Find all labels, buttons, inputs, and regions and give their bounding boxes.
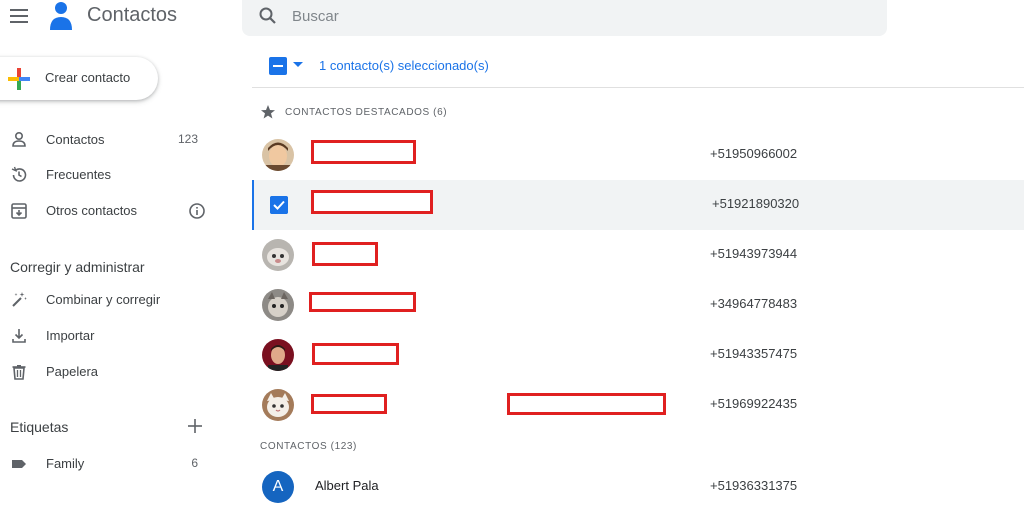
contact-name: Albert Pala xyxy=(315,478,379,493)
sidebar-label-family[interactable]: Family 6 xyxy=(0,447,220,481)
create-contact-label: Crear contacto xyxy=(45,70,131,85)
history-icon xyxy=(11,166,27,182)
person-icon xyxy=(12,131,26,147)
app-title: Contactos xyxy=(87,4,178,26)
contact-photo-avatar xyxy=(262,139,294,171)
redacted-name xyxy=(309,292,416,312)
sidebar-item-combinar[interactable]: Combinar y corregir xyxy=(0,283,220,317)
contact-row[interactable]: +51969922435 xyxy=(252,380,1024,430)
info-icon[interactable] xyxy=(188,202,206,220)
contact-row[interactable]: A Albert Pala +51936331375 xyxy=(252,462,1024,512)
sidebar-item-importar[interactable]: Importar xyxy=(0,319,220,353)
redacted-name xyxy=(312,242,378,266)
contact-row[interactable]: +51943973944 xyxy=(252,230,1024,280)
star-icon xyxy=(261,105,275,119)
sidebar-item-frecuentes[interactable]: Frecuentes xyxy=(0,158,220,192)
contact-row[interactable]: +51950966002 xyxy=(252,130,1024,180)
contact-initial-avatar: A xyxy=(262,471,294,503)
magic-wand-icon xyxy=(12,292,27,307)
contact-row-selected[interactable]: +51921890320 xyxy=(252,180,1024,230)
contact-phone: +51950966002 xyxy=(710,146,798,161)
search-icon[interactable] xyxy=(258,6,278,26)
contact-photo-avatar xyxy=(262,389,294,421)
sidebar-item-otros-contactos[interactable]: Otros contactos xyxy=(0,194,220,228)
sidebar-item-label: Otros contactos xyxy=(46,203,138,218)
label-count: 6 xyxy=(191,456,198,470)
sidebar-item-label: Family xyxy=(46,456,85,471)
redacted-name xyxy=(311,394,387,414)
contact-row[interactable]: +34964778483 xyxy=(252,280,1024,330)
contact-phone: +51936331375 xyxy=(710,478,798,493)
contact-row[interactable]: +51943357475 xyxy=(252,330,1024,380)
sidebar-item-label: Frecuentes xyxy=(46,167,112,182)
colorful-plus-icon xyxy=(8,68,30,90)
contacts-logo-icon xyxy=(50,2,72,30)
contact-photo-avatar xyxy=(262,239,294,271)
sidebar-item-label: Combinar y corregir xyxy=(46,292,161,307)
hamburger-menu-icon xyxy=(10,9,28,23)
download-icon xyxy=(12,329,26,343)
redacted-name xyxy=(312,343,399,365)
sidebar-item-label: Importar xyxy=(46,328,95,343)
contact-phone: +51943973944 xyxy=(710,246,798,261)
main-menu-button[interactable] xyxy=(8,5,30,27)
contacts-count: 123 xyxy=(177,132,198,146)
contact-photo-avatar xyxy=(262,289,294,321)
sidebar-item-label: Papelera xyxy=(46,364,99,379)
redacted-email xyxy=(507,393,666,415)
search-input[interactable] xyxy=(290,4,850,28)
manage-section-title: Corregir y administrar xyxy=(10,259,145,275)
label-icon xyxy=(12,460,26,468)
contact-photo-avatar xyxy=(262,339,294,371)
starred-section-header: CONTACTOS DESTACADOS (6) xyxy=(285,107,448,118)
contact-phone: +51969922435 xyxy=(710,396,798,411)
select-all-checkbox[interactable] xyxy=(269,57,287,75)
contact-phone: +51943357475 xyxy=(710,346,798,361)
contact-phone: +34964778483 xyxy=(710,296,798,311)
trash-icon xyxy=(12,365,26,380)
sidebar-item-contactos[interactable]: Contactos 123 xyxy=(0,123,220,157)
sidebar-item-label: Contactos xyxy=(46,132,105,147)
archive-down-icon xyxy=(11,203,27,219)
contacts-section-header: CONTACTOS (123) xyxy=(260,441,357,452)
selection-count-text: 1 contacto(s) seleccionado(s) xyxy=(319,58,489,73)
add-label-icon[interactable] xyxy=(186,417,204,435)
sidebar-item-papelera[interactable]: Papelera xyxy=(0,355,220,389)
contact-phone: +51921890320 xyxy=(712,196,800,211)
labels-section-title: Etiquetas xyxy=(10,419,69,435)
create-contact-button[interactable]: Crear contacto xyxy=(0,57,158,100)
redacted-name xyxy=(311,140,416,164)
selection-dropdown-arrow[interactable] xyxy=(293,62,303,67)
redacted-name xyxy=(311,190,433,214)
checkbox-checked-icon[interactable] xyxy=(270,196,288,214)
